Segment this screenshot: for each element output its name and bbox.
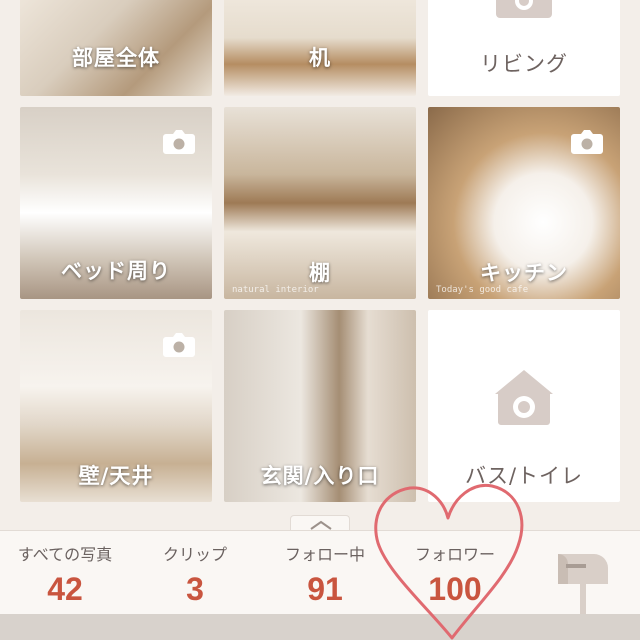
category-tile-bed[interactable]: ベッド周り	[20, 107, 212, 299]
camera-icon	[163, 333, 195, 357]
stat-value: 91	[307, 571, 343, 607]
stat-value: 3	[186, 571, 204, 607]
stat-value: 100	[428, 571, 482, 607]
stat-clips[interactable]: クリップ 3	[130, 541, 260, 608]
camera-icon	[496, 0, 552, 18]
tile-label: バス/トイレ	[464, 464, 584, 488]
category-tile-bath[interactable]: バス/トイレ	[428, 310, 620, 502]
category-tile-entrance[interactable]: 玄関/入り口	[224, 310, 416, 502]
mailbox-icon[interactable]	[552, 546, 612, 616]
stat-label: クリップ	[162, 545, 227, 564]
stat-value: 42	[47, 571, 83, 607]
photo-category-grid: 部屋全体 机 リビング ベッド周り 棚 natural interior キッチ…	[0, 0, 640, 520]
camera-icon	[495, 370, 553, 425]
tile-label: ベッド周り	[61, 259, 171, 283]
profile-stats-bar: すべての写真 42 クリップ 3 フォロー中 91 フォロワー 100	[0, 530, 640, 614]
tile-label: 部屋全体	[72, 46, 160, 70]
camera-icon	[571, 130, 603, 154]
camera-icon	[163, 130, 195, 154]
tile-label: 机	[309, 46, 331, 70]
photo-watermark: natural interior	[232, 285, 319, 295]
tile-label: 棚	[309, 261, 331, 285]
category-tile-room[interactable]: 部屋全体	[20, 0, 212, 96]
photo-watermark: Today's good cafe	[436, 285, 529, 295]
tile-label: リビング	[480, 52, 568, 76]
stat-following[interactable]: フォロー中 91	[260, 541, 390, 608]
category-tile-shelf[interactable]: 棚 natural interior	[224, 107, 416, 299]
category-tile-wall[interactable]: 壁/天井	[20, 310, 212, 502]
category-tile-desk[interactable]: 机	[224, 0, 416, 96]
stat-label: すべての写真	[17, 545, 113, 564]
tile-label: 壁/天井	[78, 464, 154, 488]
bottom-strip	[0, 614, 640, 640]
tile-label: キッチン	[480, 261, 568, 285]
category-tile-living[interactable]: リビング	[428, 0, 620, 96]
stat-label: フォロー中	[284, 545, 365, 564]
stat-label: フォロワー	[414, 545, 495, 564]
stat-followers[interactable]: フォロワー 100	[390, 541, 520, 608]
stat-all-photos[interactable]: すべての写真 42	[0, 541, 130, 608]
tile-label: 玄関/入り口	[260, 464, 380, 488]
category-tile-kitchen[interactable]: キッチン Today's good cafe	[428, 107, 620, 299]
